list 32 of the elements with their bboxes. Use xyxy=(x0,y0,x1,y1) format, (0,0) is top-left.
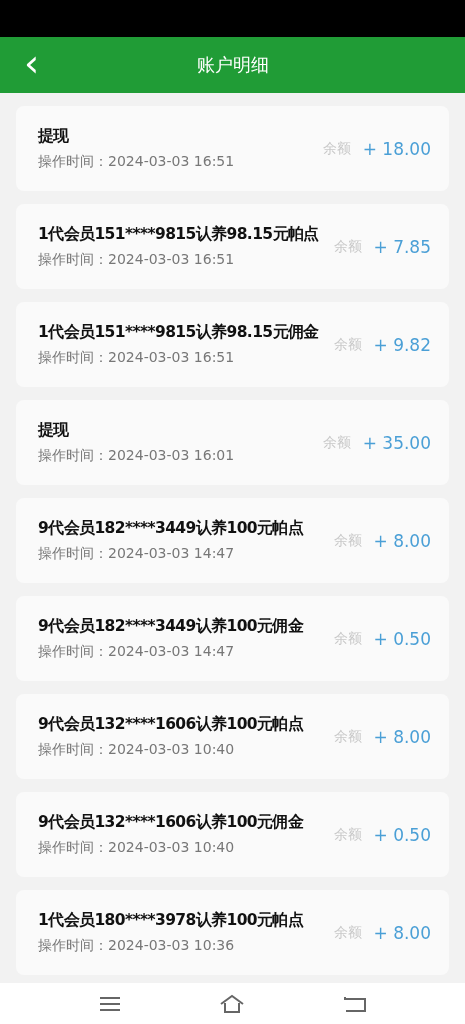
record-title: 9代会员182****3449认养100元佣金 xyxy=(38,616,304,637)
menu-icon[interactable] xyxy=(99,995,120,1012)
record-title: 9代会员182****3449认养100元帕点 xyxy=(38,518,304,539)
page-title: 账户明细 xyxy=(196,53,269,77)
amount: + 9.82 xyxy=(373,334,431,355)
record-title: 1代会员151****9815认养98.15元帕点 xyxy=(38,224,319,245)
record-time: 操作时间：2024-03-03 10:40 xyxy=(38,741,235,759)
record-title: 1代会员151****9815认养98.15元佣金 xyxy=(38,322,319,343)
record-time: 操作时间：2024-03-03 10:36 xyxy=(38,937,235,955)
record-title: 1代会员180****3978认养100元帕点 xyxy=(38,910,304,931)
record-time: 操作时间：2024-03-03 16:51 xyxy=(38,153,235,171)
record-time: 操作时间：2024-03-03 14:47 xyxy=(38,643,235,661)
record-time: 操作时间：2024-03-03 16:51 xyxy=(38,251,235,269)
amount: + 8.00 xyxy=(373,530,431,551)
record-title: 9代会员132****1606认养100元佣金 xyxy=(38,812,304,833)
record-title: 提现 xyxy=(38,126,69,147)
home-icon[interactable] xyxy=(218,993,245,1014)
back-icon[interactable] xyxy=(343,994,366,1013)
amount: + 8.00 xyxy=(373,922,431,943)
back-button[interactable]: ‹ xyxy=(18,45,46,81)
amount: + 8.00 xyxy=(373,726,431,747)
amount: + 35.00 xyxy=(362,432,431,453)
amount: + 0.50 xyxy=(373,628,431,649)
record-time: 操作时间：2024-03-03 16:51 xyxy=(38,349,235,367)
record-title: 9代会员132****1606认养100元帕点 xyxy=(38,714,304,735)
amount: + 18.00 xyxy=(362,138,431,159)
amount: + 0.50 xyxy=(373,824,431,845)
record-time: 操作时间：2024-03-03 14:47 xyxy=(38,545,235,563)
record-time: 操作时间：2024-03-03 10:40 xyxy=(38,839,235,857)
amount: + 7.85 xyxy=(373,236,431,257)
record-title: 提现 xyxy=(38,420,69,441)
record-time: 操作时间：2024-03-03 16:01 xyxy=(38,447,235,465)
